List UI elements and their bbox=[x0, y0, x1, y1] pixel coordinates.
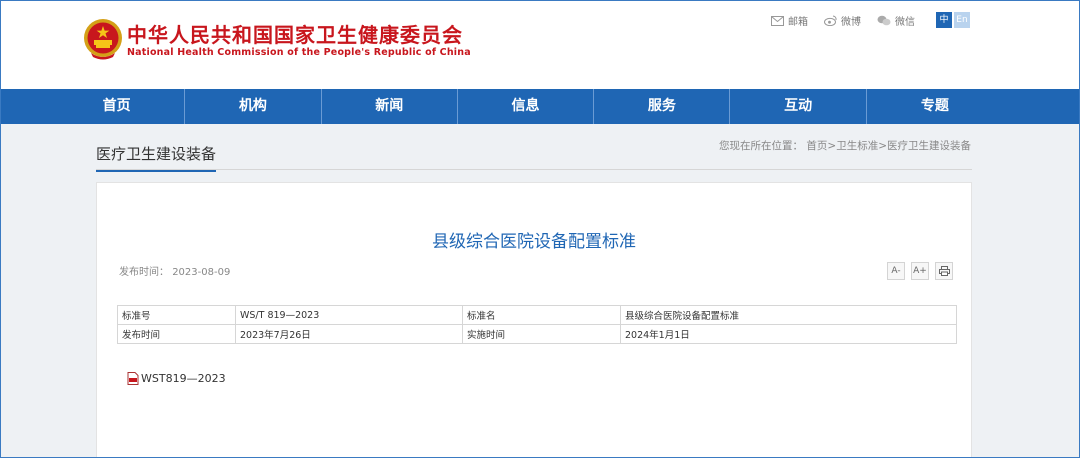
nav-item-organization[interactable]: 机构 bbox=[185, 89, 322, 124]
wechat-label: 微信 bbox=[895, 17, 915, 28]
font-decrease-button[interactable]: A- bbox=[887, 262, 905, 280]
breadcrumb-prefix: 您现在所在位置： bbox=[719, 140, 804, 152]
browser-frame: 中华人民共和国国家卫生健康委员会 National Health Commiss… bbox=[0, 0, 1080, 458]
article-tools: A- A+ bbox=[887, 262, 953, 280]
nav-item-information[interactable]: 信息 bbox=[458, 89, 595, 124]
breadcrumb: 您现在所在位置： 首页>卫生标准>医疗卫生建设装备 bbox=[719, 138, 971, 153]
nav-item-topics[interactable]: 专题 bbox=[867, 89, 1003, 124]
wechat-icon bbox=[877, 15, 891, 26]
site-title[interactable]: 中华人民共和国国家卫生健康委员会 bbox=[127, 19, 463, 48]
main-nav: 首页 机构 新闻 信息 服务 互动 专题 bbox=[1, 89, 1079, 124]
table-row: 标准号 WS/T 819—2023 标准名 县级综合医院设备配置标准 bbox=[117, 305, 957, 325]
weibo-icon bbox=[824, 15, 837, 26]
nav-item-home[interactable]: 首页 bbox=[49, 89, 186, 124]
print-icon bbox=[938, 266, 950, 276]
mail-icon bbox=[771, 15, 784, 26]
article-title: 县级综合医院设备配置标准 bbox=[432, 232, 636, 252]
print-button[interactable] bbox=[935, 262, 953, 280]
table-row: 发布时间 2023年7月26日 实施时间 2024年1月1日 bbox=[117, 324, 957, 344]
table-cell: 2024年1月1日 bbox=[620, 324, 957, 344]
pdf-file-icon bbox=[127, 372, 139, 385]
nav-item-interaction[interactable]: 互动 bbox=[730, 89, 867, 124]
mail-label: 邮箱 bbox=[788, 17, 808, 28]
national-emblem-icon[interactable] bbox=[83, 17, 123, 61]
publish-date: 发布时间： 2023-08-09 bbox=[119, 263, 230, 278]
attachment-link[interactable]: WST819—2023 bbox=[127, 372, 226, 385]
table-cell: 标准名 bbox=[462, 305, 621, 325]
top-links: 邮箱 微博 微信 bbox=[771, 13, 915, 28]
font-increase-button[interactable]: A+ bbox=[911, 262, 929, 280]
breadcrumb-path[interactable]: 首页>卫生标准>医疗卫生建设装备 bbox=[806, 140, 971, 152]
lang-en-button[interactable]: En bbox=[954, 12, 970, 28]
standard-info-table: 标准号 WS/T 819—2023 标准名 县级综合医院设备配置标准 发布时间 … bbox=[117, 305, 957, 344]
publish-date-label: 发布时间： bbox=[119, 267, 169, 278]
weibo-label: 微博 bbox=[841, 17, 861, 28]
article-card: 县级综合医院设备配置标准 发布时间： 2023-08-09 A- A+ 标准号 … bbox=[96, 182, 972, 457]
table-cell: 发布时间 bbox=[117, 324, 236, 344]
weibo-link[interactable]: 微博 bbox=[824, 13, 861, 28]
site-subtitle[interactable]: National Health Commission of the People… bbox=[127, 47, 471, 58]
publish-date-value: 2023-08-09 bbox=[172, 267, 231, 278]
nav-item-services[interactable]: 服务 bbox=[594, 89, 731, 124]
table-cell: WS/T 819—2023 bbox=[235, 305, 463, 325]
nav-item-news[interactable]: 新闻 bbox=[322, 89, 458, 124]
language-switch: 中 En bbox=[936, 12, 970, 28]
mail-link[interactable]: 邮箱 bbox=[771, 13, 808, 28]
attachment-label[interactable]: WST819—2023 bbox=[141, 372, 226, 385]
table-cell: 县级综合医院设备配置标准 bbox=[620, 305, 957, 325]
table-cell: 2023年7月26日 bbox=[235, 324, 463, 344]
section-title: 医疗卫生建设装备 bbox=[96, 143, 217, 172]
table-cell: 实施时间 bbox=[462, 324, 621, 344]
section-divider bbox=[96, 169, 972, 170]
site-header: 中华人民共和国国家卫生健康委员会 National Health Commiss… bbox=[1, 1, 1079, 89]
table-cell: 标准号 bbox=[117, 305, 236, 325]
lang-zh-button[interactable]: 中 bbox=[936, 12, 952, 28]
wechat-link[interactable]: 微信 bbox=[877, 13, 915, 28]
